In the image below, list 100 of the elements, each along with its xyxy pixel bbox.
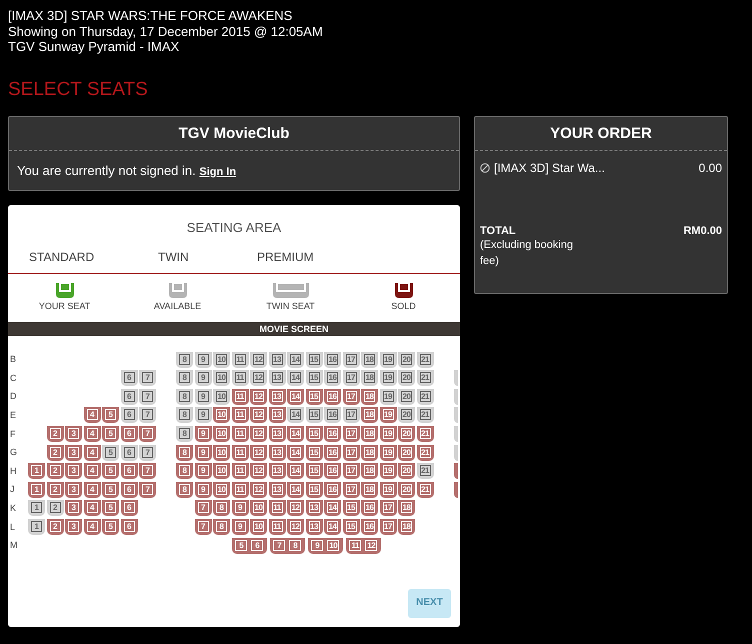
seat[interactable]: 4 [84,426,100,442]
seat[interactable]: 21 [416,370,434,386]
seat[interactable]: 7 [139,370,156,386]
seat[interactable]: 12 [250,444,267,461]
seat[interactable]: 20 [398,463,415,480]
seat[interactable]: 13 [268,352,286,368]
seat[interactable]: 18 [398,500,415,516]
seat[interactable]: 16 [324,407,341,424]
seat[interactable]: 19 [380,482,396,498]
seat[interactable]: 6 [120,426,138,442]
seat[interactable]: 12 [250,463,267,480]
seat[interactable]: 4 [84,407,100,424]
seat[interactable]: 18 [361,370,378,386]
seat[interactable]: 13 [268,482,286,498]
seat[interactable]: 8 [176,426,193,442]
seat[interactable]: 6 [120,407,138,424]
seat[interactable]: 11 [232,482,248,498]
seat[interactable]: 18 [361,463,378,480]
seat[interactable]: 12 [287,518,304,535]
seat[interactable]: 13 [268,444,286,461]
seat[interactable]: 7 [139,463,156,480]
seat[interactable]: 10 [213,482,230,498]
seat[interactable]: 9 [194,426,212,442]
seat[interactable]: 14 [287,407,304,424]
seat[interactable]: 19 [380,407,396,424]
seat[interactable]: 2 [46,482,64,498]
seat[interactable]: 8 [213,518,230,535]
seat[interactable]: 4 [84,500,100,516]
seat[interactable]: 2 [46,463,64,480]
seat[interactable]: 11 [232,426,248,442]
seat[interactable]: 19 [380,370,396,386]
seat[interactable]: 14 [287,444,304,461]
seat[interactable]: 20 [398,352,415,368]
seat[interactable]: 15 [306,463,322,480]
seat[interactable]: 10 [213,426,230,442]
seat[interactable]: 12 [250,388,267,405]
seat[interactable]: 5 [102,444,119,461]
seat[interactable]: 17 [342,426,360,442]
seat[interactable]: 10 [250,500,267,516]
seat[interactable]: 11 [232,370,248,386]
seat[interactable]: 15 [306,370,322,386]
seat[interactable]: 16 [361,518,378,535]
seat[interactable]: 6 [120,444,138,461]
seat[interactable]: 18 [361,444,378,461]
seat[interactable]: 15 [342,518,360,535]
seat[interactable]: 13 [268,407,286,424]
seat[interactable]: 8 [176,463,193,480]
seat[interactable]: 13 [268,370,286,386]
seat[interactable]: 21 [416,352,434,368]
seat[interactable]: 1 [28,463,45,480]
seat[interactable]: 9 [194,352,212,368]
seat[interactable]: 8 [176,370,193,386]
seat[interactable]: 14 [287,426,304,442]
seat-type-tab[interactable]: PREMIUM [257,250,357,265]
seat[interactable]: 7 [194,518,212,535]
seat[interactable]: 6 [120,388,138,405]
seat[interactable]: 9 [194,370,212,386]
seat[interactable]: 14 [287,482,304,498]
seat[interactable]: 5 [102,463,119,480]
seat[interactable]: 11 [268,518,286,535]
seat[interactable]: 7 [139,388,156,405]
seat[interactable]: 13 [268,426,286,442]
seat[interactable]: 8 [176,388,193,405]
seat[interactable]: 9 [232,518,248,535]
seat[interactable]: 12 [287,500,304,516]
seat[interactable]: 17 [380,500,396,516]
seat[interactable]: 3 [65,444,82,461]
seat[interactable]: 5 [102,407,119,424]
seat[interactable]: 13 [268,463,286,480]
seat[interactable]: 10 [213,407,230,424]
seat[interactable]: 12 [250,482,267,498]
seat[interactable]: 10 [213,352,230,368]
seat[interactable]: 16 [361,500,378,516]
seat[interactable]: 21 [416,444,434,461]
seat[interactable]: 20 [398,388,415,405]
seat[interactable]: 7 [194,500,212,516]
seat[interactable]: 20 [398,407,415,424]
seat[interactable]: 14 [287,370,304,386]
seat[interactable]: 8 [176,482,193,498]
seat[interactable]: 6 [120,500,138,516]
seat[interactable]: 5 [102,426,119,442]
seat[interactable]: 18 [361,388,378,405]
twin-seat[interactable]: 11 12 [346,538,381,554]
seat[interactable]: 21 [416,482,434,498]
seat[interactable]: 13 [306,500,322,516]
seat[interactable]: 3 [65,482,82,498]
seat[interactable]: 1 [28,518,45,535]
seat[interactable]: 3 [65,463,82,480]
seat[interactable]: 9 [194,463,212,480]
seat[interactable]: 18 [361,426,378,442]
seat[interactable]: 18 [361,482,378,498]
seat[interactable]: 6 [120,463,138,480]
seat[interactable]: 20 [398,426,415,442]
seat[interactable]: 16 [324,352,341,368]
seat[interactable]: 11 [232,407,248,424]
seat[interactable]: 8 [213,500,230,516]
seat[interactable]: 21 [416,426,434,442]
seat[interactable]: 6 [120,370,138,386]
seat[interactable]: 17 [342,370,360,386]
seat[interactable]: 21 [416,388,434,405]
